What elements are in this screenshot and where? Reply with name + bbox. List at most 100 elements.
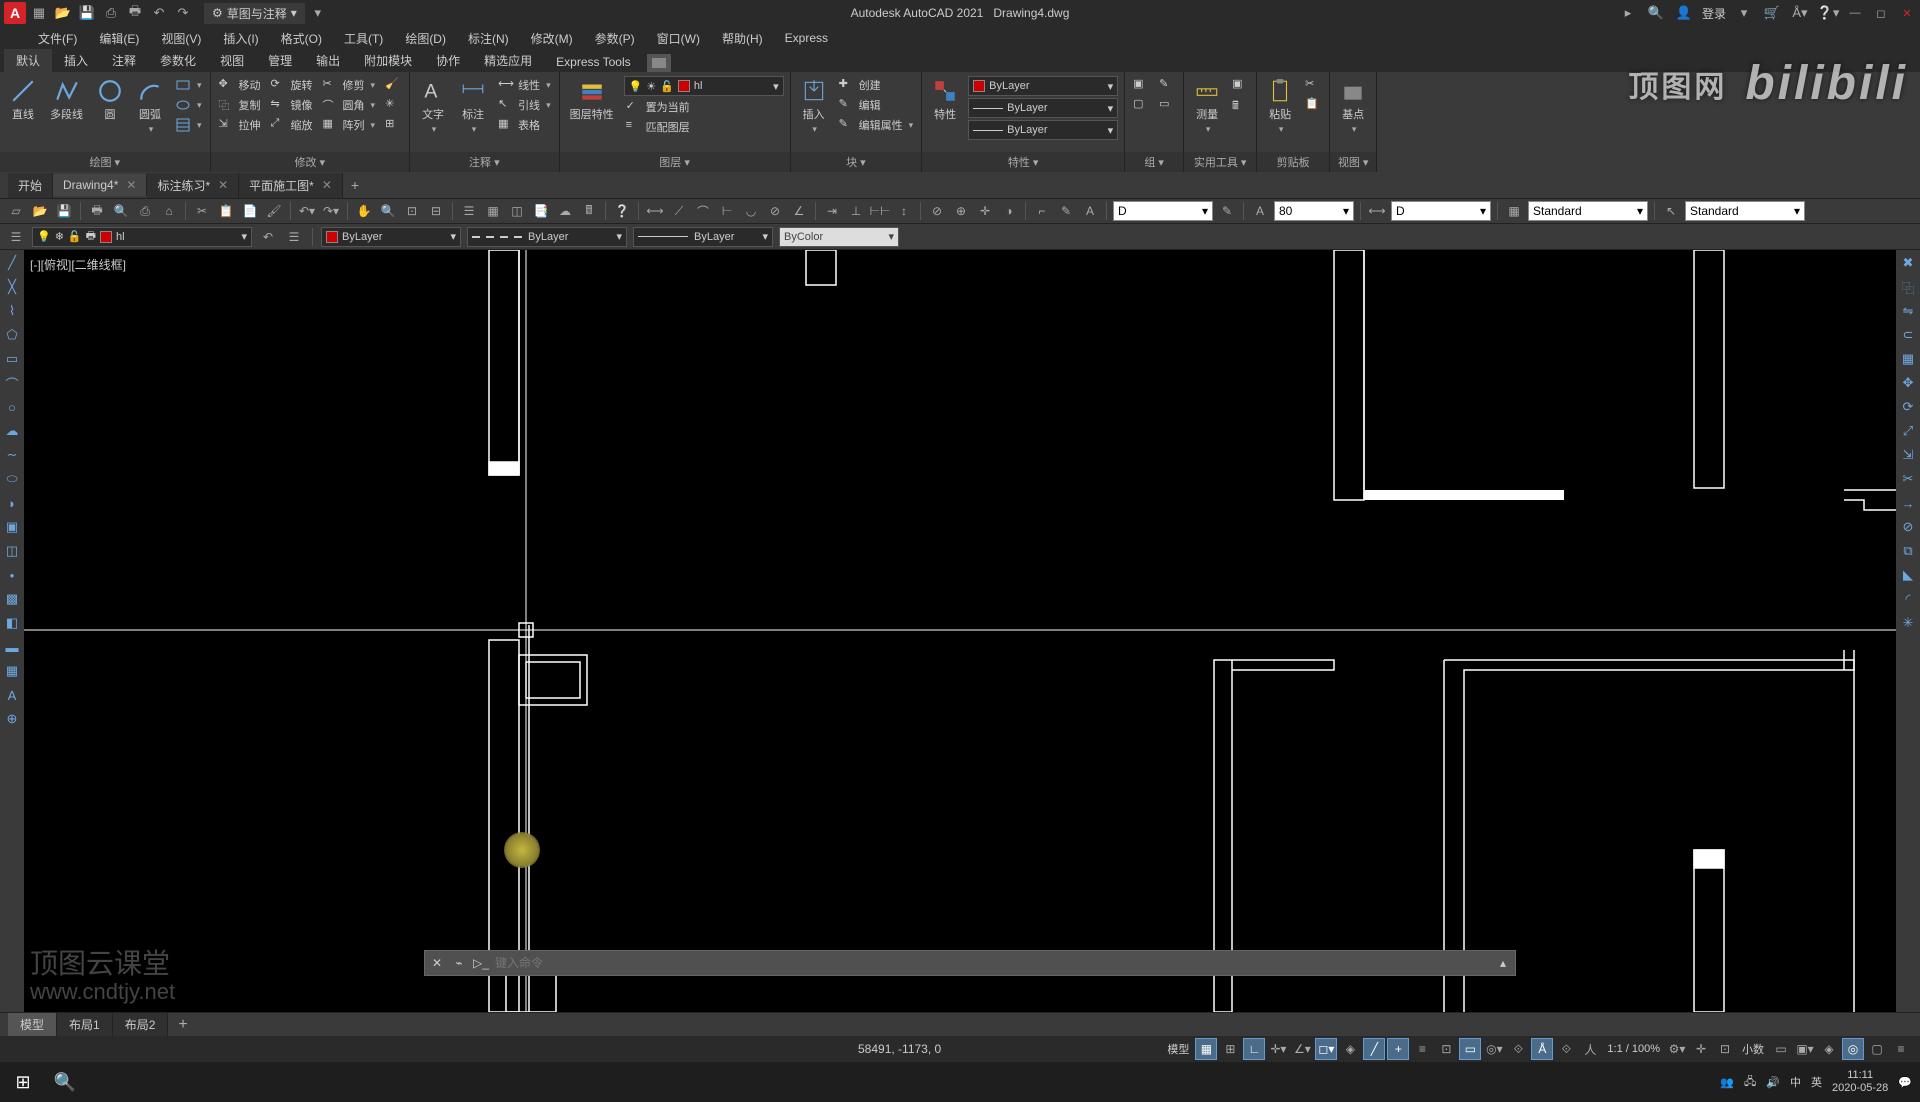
command-input[interactable] [495,956,1489,970]
snap-toggle[interactable]: ⊞ [1219,1038,1241,1060]
menu-modify[interactable]: 修改(M) [521,27,583,50]
circle-icon[interactable]: ○ [3,398,21,416]
anno-scale-toggle[interactable]: ⟐ [1555,1038,1577,1060]
hatch2-icon[interactable]: ▩ [3,590,21,608]
ws-toggle[interactable]: ⚙▾ [1666,1038,1688,1060]
paste-icon[interactable]: 📄 [240,201,260,221]
system-clock[interactable]: 11:11 2020-05-28 [1832,1069,1888,1095]
dimstyle-combo[interactable]: D▾ [1113,201,1213,221]
close-icon[interactable]: ✕ [126,178,136,192]
insert-block-button[interactable]: 插入 [797,76,831,137]
tray-volume-icon[interactable]: 🔊 [1766,1076,1780,1089]
line-button[interactable]: 直线 [6,76,40,124]
break-icon[interactable]: ⊘ [1899,518,1917,536]
edit-attr-button[interactable]: ✎编辑属性 [837,116,916,134]
anno-scale2-toggle[interactable]: 人 [1579,1038,1601,1060]
layer-state-icon[interactable]: ☰ [284,227,304,247]
dim-base-icon[interactable]: ⊥ [846,201,866,221]
viewport-label[interactable]: [-][俯视][二维线框] [30,256,126,273]
cmd-history-icon[interactable]: ▴ [1495,955,1511,971]
windows-start-button[interactable]: ⊞ [8,1067,38,1097]
copy2-icon[interactable]: ⿻ [1899,278,1917,296]
rect-icon[interactable]: ▭ [3,350,21,368]
panel-annot-title[interactable]: 注释 ▾ [410,152,559,172]
table2-icon[interactable]: ▦ [1504,201,1524,221]
dim-ord-icon[interactable]: ⊢ [717,201,737,221]
app-icon[interactable]: Å▾ [1790,3,1810,23]
create-block-button[interactable]: ✚创建 [837,76,916,94]
copy-button[interactable]: ⿻复制 [217,96,263,114]
addsel-icon[interactable]: ⊕ [3,710,21,728]
ribbon-tab-featured[interactable]: 精选应用 [472,49,544,72]
zoom-prev-icon[interactable]: ⊟ [426,201,446,221]
am-toggle[interactable]: ✛ [1690,1038,1712,1060]
file-tab-floorplan[interactable]: 平面施工图*✕ [239,173,343,198]
ungroup-button[interactable]: ▢ [1131,96,1151,114]
extend-icon[interactable]: → [1899,494,1917,512]
file-tab-drawing4[interactable]: Drawing4*✕ [53,174,147,196]
qc-icon[interactable]: 🖩 [579,201,599,221]
menu-help[interactable]: 帮助(H) [712,27,773,50]
save-icon[interactable]: 💾 [54,201,74,221]
arc-button[interactable]: 圆弧 [133,76,167,137]
dim-ang-icon[interactable]: ∠ [789,201,809,221]
help-icon[interactable]: ❔▾ [1818,3,1838,23]
plotstyle-strip-combo[interactable]: ByColor▾ [779,227,899,247]
dim-tedit-icon[interactable]: A [1080,201,1100,221]
dim-aligned-icon[interactable]: ⟋ [669,201,689,221]
panel-group-title[interactable]: 组 ▾ [1125,152,1183,172]
pline-icon[interactable]: ⌇ [3,302,21,320]
lweight-combo[interactable]: ByLayer▾ [968,98,1118,118]
ribbon-tab-manage[interactable]: 管理 [256,49,304,72]
join-icon[interactable]: ⧉ [1899,542,1917,560]
ribbon-tab-param[interactable]: 参数化 [148,49,208,72]
fillet-button[interactable]: ⌒圆角 [321,96,378,114]
panel-utils-title[interactable]: 实用工具 ▾ [1184,152,1256,172]
copy-icon[interactable]: 📋 [216,201,236,221]
menu-window[interactable]: 窗口(W) [647,27,710,50]
fillet2-icon[interactable]: ◜ [1899,590,1917,608]
circle-button[interactable]: 圆 [93,76,127,124]
viewport[interactable]: [-][俯视][二维线框] [24,250,1896,1012]
dimstyle-icon[interactable]: ✎ [1217,201,1237,221]
stretch2-icon[interactable]: ⇲ [1899,446,1917,464]
tp-icon[interactable]: ◫ [507,201,527,221]
polyline-button[interactable]: 多段线 [46,76,87,124]
ribbon-tab-panel-selector[interactable] [647,54,671,72]
ribbon-tab-express[interactable]: Express Tools [544,52,642,72]
panel-block-title[interactable]: 块 ▾ [791,152,922,172]
text-button[interactable]: A文字 [416,76,450,137]
move-button[interactable]: ✥移动 [217,76,263,94]
dim-linear-icon[interactable]: ⟷ [645,201,665,221]
tray-notification-icon[interactable]: 💬 [1898,1076,1912,1089]
props-icon[interactable]: ☰ [459,201,479,221]
panel-layers-title[interactable]: 图层 ▾ [560,152,790,172]
layout1-tab[interactable]: 布局1 [57,1013,113,1036]
menu-insert[interactable]: 插入(I) [213,27,268,50]
ribbon-tab-default[interactable]: 默认 [4,49,52,72]
dim-space-icon[interactable]: ↕ [894,201,914,221]
dim-button[interactable]: 标注 [456,76,490,137]
offset2-icon[interactable]: ⊂ [1899,326,1917,344]
iso-toggle[interactable]: ∠▾ [1291,1038,1313,1060]
ltype-combo[interactable]: ByLayer▾ [968,120,1118,140]
undo-icon[interactable]: ↶▾ [297,201,317,221]
select-all-button[interactable]: ▣ [1230,76,1250,94]
table-button[interactable]: ▦表格 [496,116,553,134]
measure-button[interactable]: 测量 [1190,76,1224,137]
qat-redo-icon[interactable]: ↷ [172,2,194,24]
panel-props-title[interactable]: 特性 ▾ [922,152,1124,172]
menu-param[interactable]: 参数(P) [585,27,645,50]
open-icon[interactable]: 📂 [30,201,50,221]
file-tab-add[interactable]: + [343,173,367,197]
lweight-strip-combo[interactable]: ByLayer▾ [633,227,773,247]
model-tab[interactable]: 模型 [8,1013,57,1036]
redo-icon[interactable]: ↷▾ [321,201,341,221]
group-edit-button[interactable]: ✎ [1157,76,1177,94]
rect-button[interactable] [173,76,204,94]
block-icon[interactable]: ◫ [3,542,21,560]
menu-tools[interactable]: 工具(T) [334,27,393,50]
dim2-icon[interactable]: ⟷ [1367,201,1387,221]
pan-icon[interactable]: ✋ [354,201,374,221]
layer-match-button[interactable]: ≡匹配图层 [624,118,692,136]
